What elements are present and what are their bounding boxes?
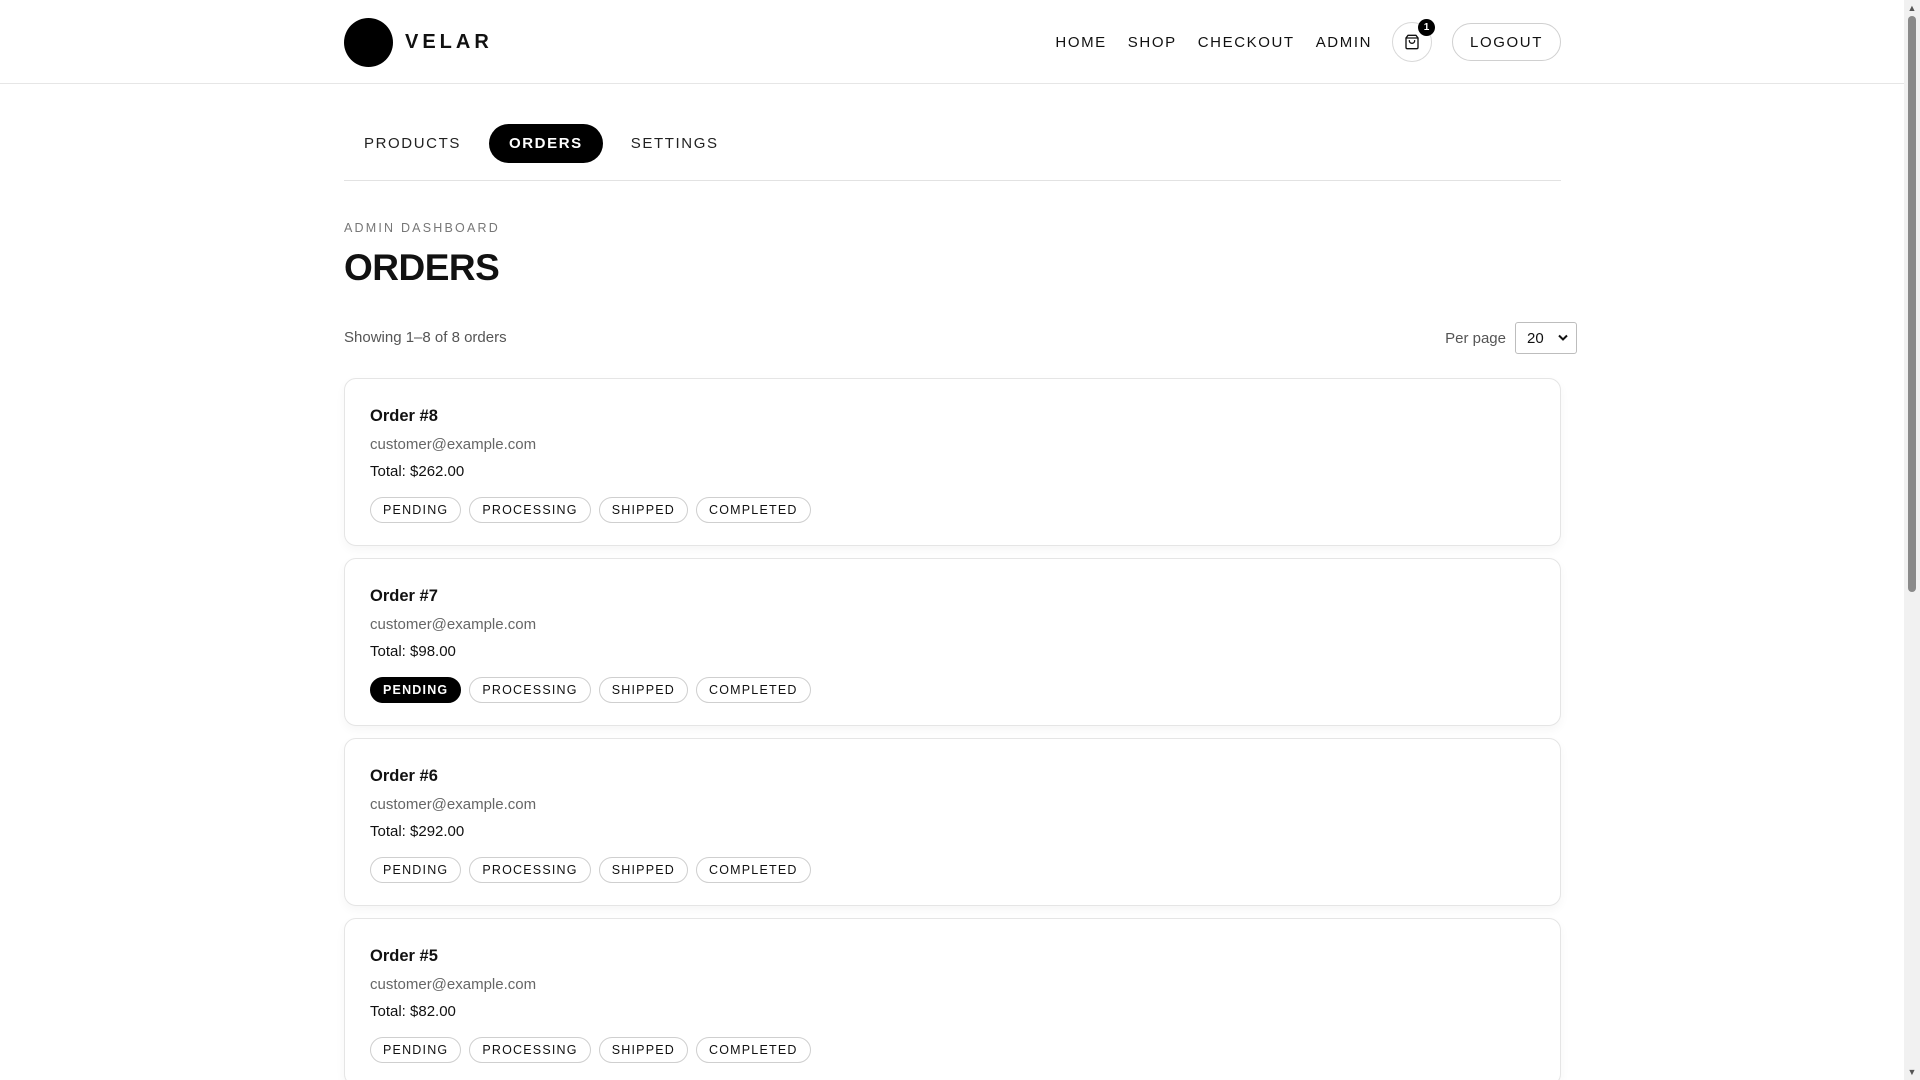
order-email: customer@example.com xyxy=(370,976,537,993)
order-total: Total: $262.00 xyxy=(370,463,465,480)
status-button-group: PENDING PROCESSING SHIPPED COMPLETED xyxy=(370,677,1560,703)
status-processing-button[interactable]: PROCESSING xyxy=(469,497,591,523)
order-card: Order #5 customer@example.com Total: $82.0… xyxy=(344,918,1561,1080)
brand[interactable]: VELAR xyxy=(344,17,493,67)
order-title: Order #5 xyxy=(370,947,438,965)
page-title: ORDERS xyxy=(344,247,500,288)
order-email: customer@example.com xyxy=(370,796,537,813)
site-header: VELAR HOME SHOP CHECKOUT ADMIN 1 LOGOUT xyxy=(0,0,1904,84)
nav-link-admin[interactable]: ADMIN xyxy=(1316,34,1372,51)
results-count: Showing 1–8 of 8 orders xyxy=(344,329,507,346)
per-page-control: Per page 20 xyxy=(1445,322,1577,354)
scroll-down-icon[interactable]: ▼ xyxy=(1904,1064,1920,1080)
order-total: Total: $292.00 xyxy=(370,823,465,840)
status-completed-button[interactable]: COMPLETED xyxy=(696,1037,811,1063)
status-completed-button[interactable]: COMPLETED xyxy=(696,497,811,523)
order-card: Order #7 customer@example.com Total: $98.0… xyxy=(344,558,1561,726)
nav-link-shop[interactable]: SHOP xyxy=(1128,34,1177,51)
tab-orders[interactable]: ORDERS xyxy=(488,124,603,163)
cart-count-badge: 1 xyxy=(1418,19,1436,36)
status-processing-button[interactable]: PROCESSING xyxy=(469,857,591,883)
order-email: customer@example.com xyxy=(370,616,537,633)
status-processing-button[interactable]: PROCESSING xyxy=(469,1037,591,1063)
admin-tabs: PRODUCTS ORDERS SETTINGS xyxy=(344,124,1561,181)
scroll-up-icon[interactable]: ▲ xyxy=(1904,0,1920,16)
shopping-bag-icon xyxy=(1405,34,1419,50)
header-inner: VELAR HOME SHOP CHECKOUT ADMIN 1 LOGOUT xyxy=(344,0,1561,84)
status-completed-button[interactable]: COMPLETED xyxy=(696,857,811,883)
status-shipped-button[interactable]: SHIPPED xyxy=(598,1037,688,1063)
logo-icon xyxy=(344,17,393,67)
status-processing-button[interactable]: PROCESSING xyxy=(469,677,591,703)
logout-button[interactable]: LOGOUT xyxy=(1452,23,1561,61)
main-nav: HOME SHOP CHECKOUT ADMIN 1 LOGOUT xyxy=(1055,19,1561,62)
status-shipped-button[interactable]: SHIPPED xyxy=(598,497,688,523)
scrollbar-thumb[interactable] xyxy=(1908,16,1916,592)
status-button-group: PENDING PROCESSING SHIPPED COMPLETED xyxy=(370,857,1560,883)
orders-list: Order #8 customer@example.com Total: $262.… xyxy=(344,378,1561,1080)
per-page-value: 20 xyxy=(1527,329,1544,347)
nav-link-checkout[interactable]: CHECKOUT xyxy=(1198,34,1295,51)
order-title: Order #7 xyxy=(370,587,438,605)
status-pending-button[interactable]: PENDING xyxy=(370,497,462,523)
order-card: Order #8 customer@example.com Total: $262.… xyxy=(344,378,1561,546)
per-page-select[interactable]: 20 xyxy=(1515,322,1577,354)
status-completed-button[interactable]: COMPLETED xyxy=(696,677,811,703)
nav-link-home[interactable]: HOME xyxy=(1055,34,1106,51)
order-title: Order #6 xyxy=(370,767,438,785)
per-page-label: Per page xyxy=(1445,329,1506,347)
status-shipped-button[interactable]: SHIPPED xyxy=(598,857,688,883)
status-shipped-button[interactable]: SHIPPED xyxy=(598,677,688,703)
status-pending-button[interactable]: PENDING xyxy=(370,857,462,883)
page-scrollbar[interactable]: ▲ ▼ xyxy=(1904,0,1920,1080)
order-email: customer@example.com xyxy=(370,436,537,453)
order-total: Total: $82.00 xyxy=(370,1003,456,1020)
order-title: Order #8 xyxy=(370,407,438,425)
status-button-group: PENDING PROCESSING SHIPPED COMPLETED xyxy=(370,497,1560,523)
status-pending-button[interactable]: PENDING xyxy=(370,677,462,703)
status-button-group: PENDING PROCESSING SHIPPED COMPLETED xyxy=(370,1037,1560,1063)
cart-button[interactable]: 1 xyxy=(1392,19,1436,62)
page-eyebrow: ADMIN DASHBOARD xyxy=(344,221,500,235)
chevron-down-icon xyxy=(1558,334,1568,341)
order-card: Order #6 customer@example.com Total: $292.… xyxy=(344,738,1561,906)
brand-name: VELAR xyxy=(405,30,493,53)
tab-products[interactable]: PRODUCTS xyxy=(344,124,481,163)
order-total: Total: $98.00 xyxy=(370,643,456,660)
status-pending-button[interactable]: PENDING xyxy=(370,1037,462,1063)
tab-settings[interactable]: SETTINGS xyxy=(611,124,739,163)
